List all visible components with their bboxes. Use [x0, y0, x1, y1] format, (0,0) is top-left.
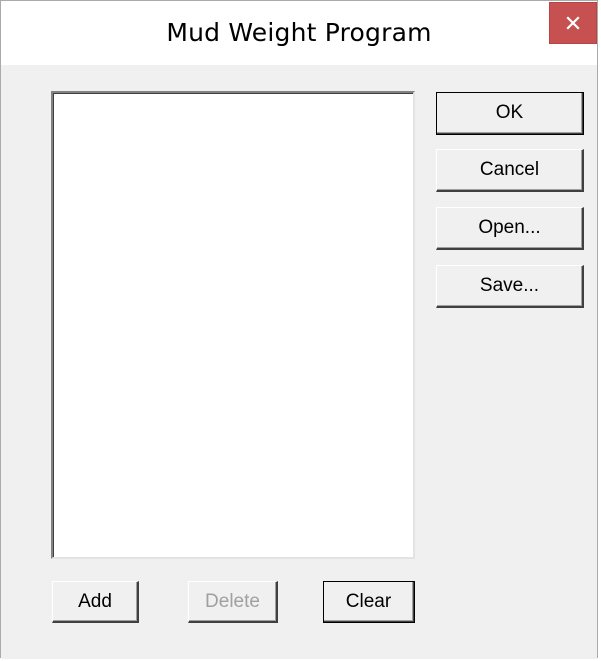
title-bar[interactable]: Mud Weight Program [1, 1, 597, 65]
delete-button[interactable]: Delete [188, 581, 278, 623]
close-icon [566, 16, 580, 30]
close-button[interactable] [549, 2, 597, 44]
mud-weight-program-dialog: Mud Weight Program OK Cancel Open... Sav… [0, 0, 598, 659]
save-button[interactable]: Save... [436, 265, 584, 308]
clear-button[interactable]: Clear [323, 581, 415, 623]
mud-weight-list[interactable] [51, 91, 415, 559]
ok-button[interactable]: OK [436, 92, 584, 135]
dialog-client-area: OK Cancel Open... Save... Add Delete Cle… [1, 65, 597, 659]
window-title: Mud Weight Program [166, 18, 432, 47]
add-button[interactable]: Add [52, 581, 139, 623]
cancel-button[interactable]: Cancel [436, 149, 584, 192]
open-button[interactable]: Open... [436, 207, 584, 250]
